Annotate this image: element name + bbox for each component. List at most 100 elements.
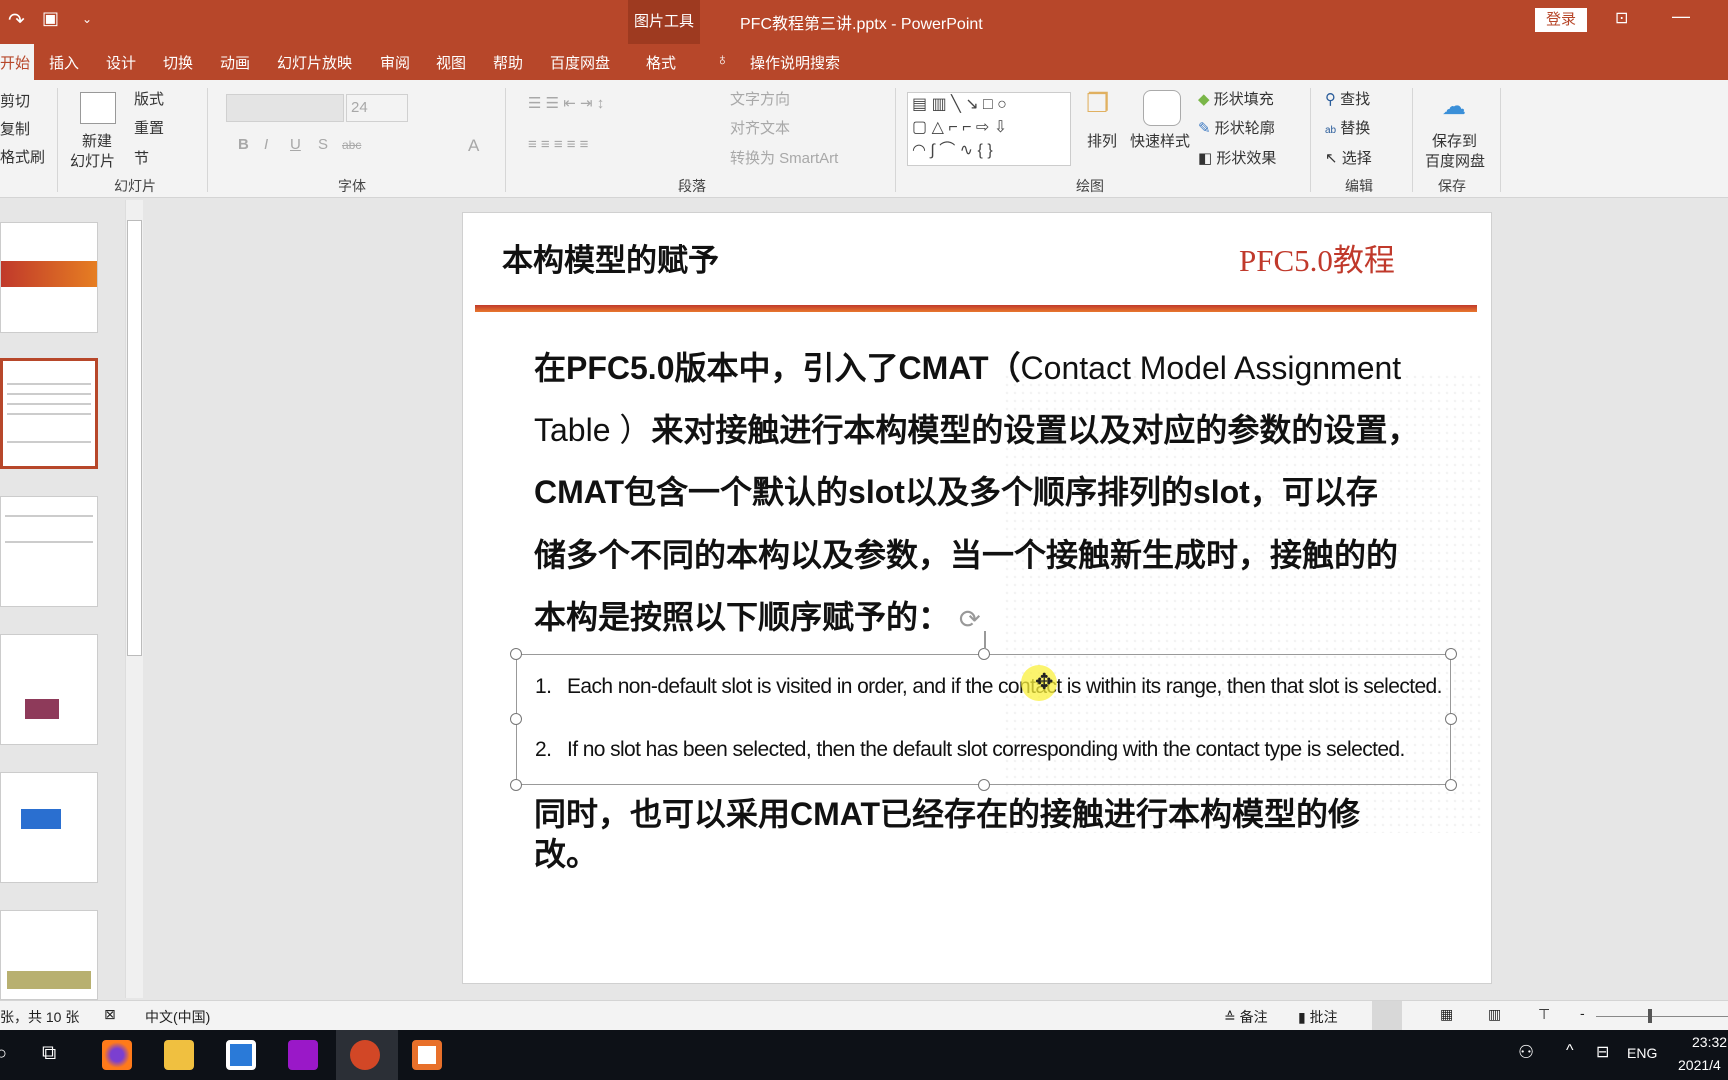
slide-canvas[interactable]: 本构模型的赋予 PFC5.0教程 在PFC5.0版本中，引入了CMAT（Cont… — [462, 212, 1492, 984]
save-baidu-label[interactable]: 保存到 — [1432, 130, 1477, 151]
clock-date[interactable]: 2021/4 — [1678, 1057, 1721, 1073]
font-name-select[interactable] — [226, 94, 344, 122]
new-slide-label[interactable]: 新建 — [82, 130, 112, 151]
body-line[interactable]: 储多个不同的本构以及参数，当一个接触新生成时，接触的的 — [534, 530, 1398, 576]
shape-effects-button[interactable]: ◧ 形状效果 — [1198, 147, 1276, 168]
firefox-icon[interactable] — [102, 1040, 132, 1070]
minimize-button[interactable]: — — [1672, 6, 1690, 27]
body-line[interactable]: Table ）来对接触进行本构模型的设置以及对应的参数的设置， — [534, 405, 1419, 451]
resize-handle[interactable] — [1445, 648, 1457, 660]
rotate-handle-icon[interactable]: ⟳ — [959, 604, 981, 634]
format-painter-button[interactable]: 格式刷 — [0, 146, 45, 167]
align-text-button[interactable]: 对齐文本 — [730, 117, 790, 138]
customize-qat-icon[interactable]: ⌄ — [82, 12, 92, 26]
slide-thumbnail[interactable] — [0, 910, 98, 1000]
slide-thumbnail[interactable] — [0, 772, 98, 883]
text-direction-button[interactable]: 文字方向 — [730, 88, 790, 109]
body-line[interactable]: 改。 — [534, 829, 598, 875]
task-view-icon[interactable]: ⧉ — [42, 1042, 56, 1065]
tab-insert[interactable]: 插入 — [49, 52, 79, 73]
tab-design[interactable]: 设计 — [106, 52, 136, 73]
network-icon[interactable]: ⊟ — [1596, 1042, 1609, 1062]
resize-handle[interactable] — [1445, 713, 1457, 725]
bold-button[interactable]: B — [238, 136, 249, 153]
resize-handle[interactable] — [510, 779, 522, 791]
app-purple-icon[interactable] — [288, 1040, 318, 1070]
clock-time[interactable]: 23:32 — [1692, 1034, 1727, 1050]
search-icon[interactable]: ○ — [0, 1043, 7, 1064]
slide-thumbnail[interactable] — [0, 496, 98, 607]
body-line[interactable]: 在PFC5.0版本中，引入了CMAT（Contact Model Assignm… — [534, 343, 1401, 389]
tab-slideshow[interactable]: 幻灯片放映 — [277, 52, 352, 73]
font-color-button[interactable]: A — [468, 136, 479, 156]
body-line[interactable]: 本构是按照以下顺序赋予的： ⟳ — [534, 592, 981, 638]
shape-fill-button[interactable]: ◆ 形状填充 — [1198, 88, 1274, 109]
tab-transitions[interactable]: 切换 — [163, 52, 193, 73]
resize-handle[interactable] — [510, 648, 522, 660]
section-button[interactable]: 节 — [134, 147, 149, 168]
reading-view-button[interactable]: ▥ — [1488, 1006, 1501, 1023]
file-explorer-icon[interactable] — [164, 1040, 194, 1070]
tab-baidu[interactable]: 百度网盘 — [550, 52, 610, 73]
tab-animations[interactable]: 动画 — [220, 52, 250, 73]
thumbnail-scrollbar[interactable] — [125, 200, 143, 998]
slide-brand[interactable]: PFC5.0教程 — [1239, 235, 1395, 280]
selected-textbox[interactable]: 1. Each non-default slot is visited in or… — [510, 631, 1457, 791]
redo-icon[interactable]: ↷ — [8, 8, 25, 33]
ribbon-display-icon[interactable]: ⊡ — [1615, 8, 1628, 28]
body-line[interactable]: CMAT包含一个默认的slot以及多个顺序排列的slot，可以存 — [534, 467, 1378, 513]
slide-thumbnail[interactable] — [0, 634, 98, 745]
tab-view[interactable]: 视图 — [436, 52, 466, 73]
shapes-gallery[interactable]: ▤ ▥ ╲ ↘ □ ○ ▢ △ ⌐ ⌐ ⇨ ⇩ ◠ ∫ ⌒ ∿ { } — [907, 92, 1071, 166]
cut-button[interactable]: 剪切 — [0, 90, 30, 111]
slide-thumbnail-current[interactable] — [0, 358, 98, 469]
login-button[interactable]: 登录 — [1535, 8, 1587, 32]
shape-outline-button[interactable]: ✎ 形状轮廓 — [1198, 117, 1275, 138]
italic-button[interactable]: I — [264, 136, 268, 153]
body-line[interactable]: 同时，也可以采用CMAT已经存在的接触进行本构模型的修 — [534, 789, 1360, 835]
save-baidu-button[interactable]: 百度网盘 — [1425, 150, 1485, 171]
font-size-select[interactable]: 24 — [346, 94, 408, 122]
align-buttons[interactable]: ≡ ≡ ≡ ≡ ≡ — [528, 136, 588, 153]
slide-thumbnail[interactable] — [0, 222, 98, 333]
tab-format[interactable]: 格式 — [646, 52, 676, 73]
accessibility-icon[interactable]: ⊠ — [104, 1006, 116, 1023]
slideshow-button[interactable]: ⊤ — [1538, 1006, 1550, 1023]
smartart-button[interactable]: 转换为 SmartArt — [730, 147, 838, 168]
app-window-icon[interactable] — [226, 1040, 256, 1070]
quick-styles-button[interactable]: 快速样式 — [1130, 130, 1190, 151]
resize-handle[interactable] — [510, 713, 522, 725]
app-slides-icon[interactable] — [412, 1040, 442, 1070]
input-language[interactable]: ENG — [1627, 1045, 1657, 1061]
comments-button[interactable]: ▮ 批注 — [1298, 1007, 1338, 1027]
slide-title[interactable]: 本构模型的赋予 — [502, 235, 719, 280]
notes-button[interactable]: ≙ 备注 — [1224, 1007, 1268, 1027]
replace-button[interactable]: ab 替换 — [1325, 117, 1370, 138]
resize-handle[interactable] — [1445, 779, 1457, 791]
powerpoint-icon[interactable] — [350, 1040, 380, 1070]
slide-sorter-button[interactable]: ▦ — [1440, 1006, 1453, 1023]
tell-me-search[interactable]: 操作说明搜索 — [750, 52, 840, 73]
new-slide-button[interactable]: 幻灯片 — [70, 150, 115, 171]
shadow-button[interactable]: S — [318, 136, 328, 153]
language-indicator[interactable]: 中文(中国) — [145, 1007, 210, 1027]
slideshow-icon[interactable]: ▣ — [42, 8, 59, 29]
scrollbar-thumb[interactable] — [127, 220, 142, 656]
bullets-button[interactable]: ☰ ☰ ⇤ ⇥ ↕ — [528, 94, 604, 112]
tab-home[interactable]: 开始 — [0, 52, 30, 73]
zoom-slider[interactable] — [1596, 1016, 1728, 1017]
reset-button[interactable]: 重置 — [134, 117, 164, 138]
arrange-button[interactable]: 排列 — [1087, 130, 1117, 151]
tab-review[interactable]: 审阅 — [380, 52, 410, 73]
layout-button[interactable]: 版式 — [134, 88, 164, 109]
resize-handle[interactable] — [978, 648, 990, 660]
tray-chevron-icon[interactable]: ^ — [1566, 1042, 1574, 1060]
copy-button[interactable]: 复制 — [0, 118, 30, 139]
find-button[interactable]: ⚲ 查找 — [1325, 88, 1370, 109]
strikethrough-button[interactable]: abc — [342, 138, 361, 152]
zoom-slider-thumb[interactable] — [1648, 1009, 1652, 1023]
underline-button[interactable]: U — [290, 136, 301, 153]
select-button[interactable]: ↖ 选择 — [1325, 147, 1372, 168]
normal-view-button[interactable] — [1372, 1001, 1402, 1031]
tab-help[interactable]: 帮助 — [493, 52, 523, 73]
